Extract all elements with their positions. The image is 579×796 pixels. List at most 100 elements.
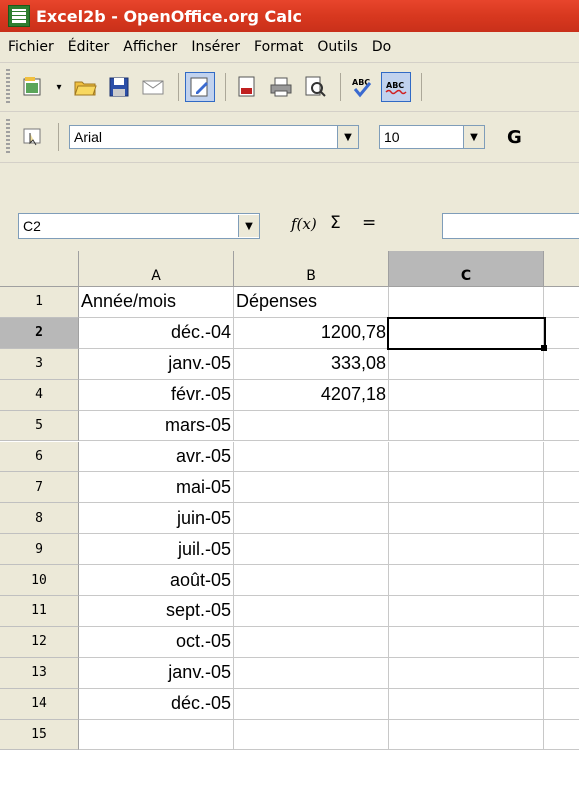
cell-c8[interactable] xyxy=(389,503,544,535)
cell-d15[interactable] xyxy=(544,720,579,751)
print-icon[interactable] xyxy=(266,72,296,102)
fill-handle[interactable] xyxy=(541,344,547,351)
sum-icon[interactable]: Σ xyxy=(330,213,341,233)
cell-d10[interactable] xyxy=(544,565,579,596)
cell-c13[interactable] xyxy=(389,657,544,689)
cell-b15[interactable] xyxy=(234,719,389,751)
cell-b12[interactable] xyxy=(234,626,389,658)
row-header-5[interactable]: 5 xyxy=(0,410,79,442)
font-name-combo[interactable]: Arial ▼ xyxy=(69,125,359,149)
cell-d14[interactable] xyxy=(544,689,579,720)
cell-d6[interactable] xyxy=(544,442,579,473)
formula-input[interactable] xyxy=(442,213,579,239)
cell-d8[interactable] xyxy=(544,503,579,535)
cell-a6[interactable]: avr.-05 xyxy=(79,441,234,473)
cell-d7[interactable] xyxy=(544,472,579,504)
new-document-icon[interactable] xyxy=(18,72,48,102)
row-header-4[interactable]: 4 xyxy=(0,379,79,411)
row-header-8[interactable]: 8 xyxy=(0,503,79,535)
cell-b2[interactable]: 1200,78 xyxy=(234,317,389,349)
open-folder-icon[interactable] xyxy=(70,72,100,102)
function-icon[interactable]: = xyxy=(362,213,376,233)
column-header-d[interactable] xyxy=(544,251,579,287)
cell-c14[interactable] xyxy=(389,688,544,720)
cell-c7[interactable] xyxy=(389,472,544,504)
cell-c5[interactable] xyxy=(389,410,544,442)
cell-a13[interactable]: janv.-05 xyxy=(79,657,234,689)
cell-a15[interactable] xyxy=(79,719,234,751)
row-header-1[interactable]: 1 xyxy=(0,287,79,318)
bold-button[interactable]: G xyxy=(507,127,522,148)
chevron-down-icon[interactable]: ▼ xyxy=(238,215,259,237)
cell-b14[interactable] xyxy=(234,688,389,720)
cell-d1[interactable] xyxy=(544,287,579,318)
styles-icon[interactable] xyxy=(18,122,48,152)
cell-b3[interactable]: 333,08 xyxy=(234,348,389,380)
cell-c11[interactable] xyxy=(389,596,544,627)
row-header-6[interactable]: 6 xyxy=(0,441,79,473)
autospellcheck-icon[interactable]: ABC xyxy=(381,72,411,102)
cell-a4[interactable]: févr.-05 xyxy=(79,379,234,411)
selected-cell-c2[interactable] xyxy=(387,316,546,350)
cell-a12[interactable]: oct.-05 xyxy=(79,626,234,658)
font-size-combo[interactable]: 10 ▼ xyxy=(379,125,485,149)
cell-b8[interactable] xyxy=(234,503,389,535)
cell-a10[interactable]: août-05 xyxy=(79,565,234,596)
chevron-down-icon[interactable]: ▼ xyxy=(463,126,484,148)
function-wizard-icon[interactable]: f(x) xyxy=(291,215,317,233)
cell-c6[interactable] xyxy=(389,441,544,473)
toolbar-grip[interactable] xyxy=(6,119,10,155)
cell-a9[interactable]: juil.-05 xyxy=(79,534,234,566)
cell-d4[interactable] xyxy=(544,380,579,411)
cell-a8[interactable]: juin-05 xyxy=(79,503,234,535)
menu-editer[interactable]: Éditer xyxy=(68,39,109,55)
row-header-2[interactable]: 2 xyxy=(0,317,79,349)
row-header-14[interactable]: 14 xyxy=(0,688,79,720)
column-header-a[interactable]: A xyxy=(79,251,234,287)
cell-c9[interactable] xyxy=(389,534,544,566)
cell-a7[interactable]: mai-05 xyxy=(79,472,234,504)
menu-format[interactable]: Format xyxy=(254,39,303,55)
menu-fichier[interactable]: Fichier xyxy=(8,39,54,55)
cell-a2[interactable]: déc.-04 xyxy=(79,317,234,349)
row-header-7[interactable]: 7 xyxy=(0,472,79,504)
cell-b5[interactable] xyxy=(234,410,389,442)
save-icon[interactable] xyxy=(104,72,134,102)
cell-c15[interactable] xyxy=(389,719,544,751)
column-header-c[interactable]: C xyxy=(389,251,544,287)
menu-inserer[interactable]: Insérer xyxy=(191,39,240,55)
cell-c10[interactable] xyxy=(389,565,544,596)
cell-b6[interactable] xyxy=(234,441,389,473)
cell-d3[interactable] xyxy=(544,349,579,380)
cell-d2[interactable] xyxy=(544,318,579,349)
cell-b10[interactable] xyxy=(234,565,389,596)
row-header-15[interactable]: 15 xyxy=(0,719,79,751)
row-header-3[interactable]: 3 xyxy=(0,348,79,380)
menu-donnees[interactable]: Do xyxy=(372,39,391,55)
menu-outils[interactable]: Outils xyxy=(317,39,357,55)
edit-mode-icon[interactable] xyxy=(185,72,215,102)
cell-b13[interactable] xyxy=(234,657,389,689)
row-header-13[interactable]: 13 xyxy=(0,657,79,689)
cell-d12[interactable] xyxy=(544,627,579,658)
cell-a11[interactable]: sept.-05 xyxy=(79,596,234,627)
cell-b7[interactable] xyxy=(234,472,389,504)
page-preview-icon[interactable] xyxy=(300,72,330,102)
export-pdf-icon[interactable] xyxy=(232,72,262,102)
cell-a14[interactable]: déc.-05 xyxy=(79,688,234,720)
cell-a1[interactable]: Année/mois xyxy=(79,287,234,318)
row-header-11[interactable]: 11 xyxy=(0,596,79,627)
toolbar-grip[interactable] xyxy=(6,69,10,105)
cell-d13[interactable] xyxy=(544,658,579,689)
cell-c3[interactable] xyxy=(389,348,544,380)
cell-b4[interactable]: 4207,18 xyxy=(234,379,389,411)
cell-d5[interactable] xyxy=(544,411,579,442)
chevron-down-icon[interactable]: ▼ xyxy=(337,126,358,148)
select-all-corner[interactable] xyxy=(0,251,79,287)
cell-b9[interactable] xyxy=(234,534,389,566)
spellcheck-icon[interactable]: ABC xyxy=(347,72,377,102)
email-icon[interactable] xyxy=(138,72,168,102)
menu-afficher[interactable]: Afficher xyxy=(123,39,177,55)
cell-c1[interactable] xyxy=(389,287,544,318)
cell-a3[interactable]: janv.-05 xyxy=(79,348,234,380)
